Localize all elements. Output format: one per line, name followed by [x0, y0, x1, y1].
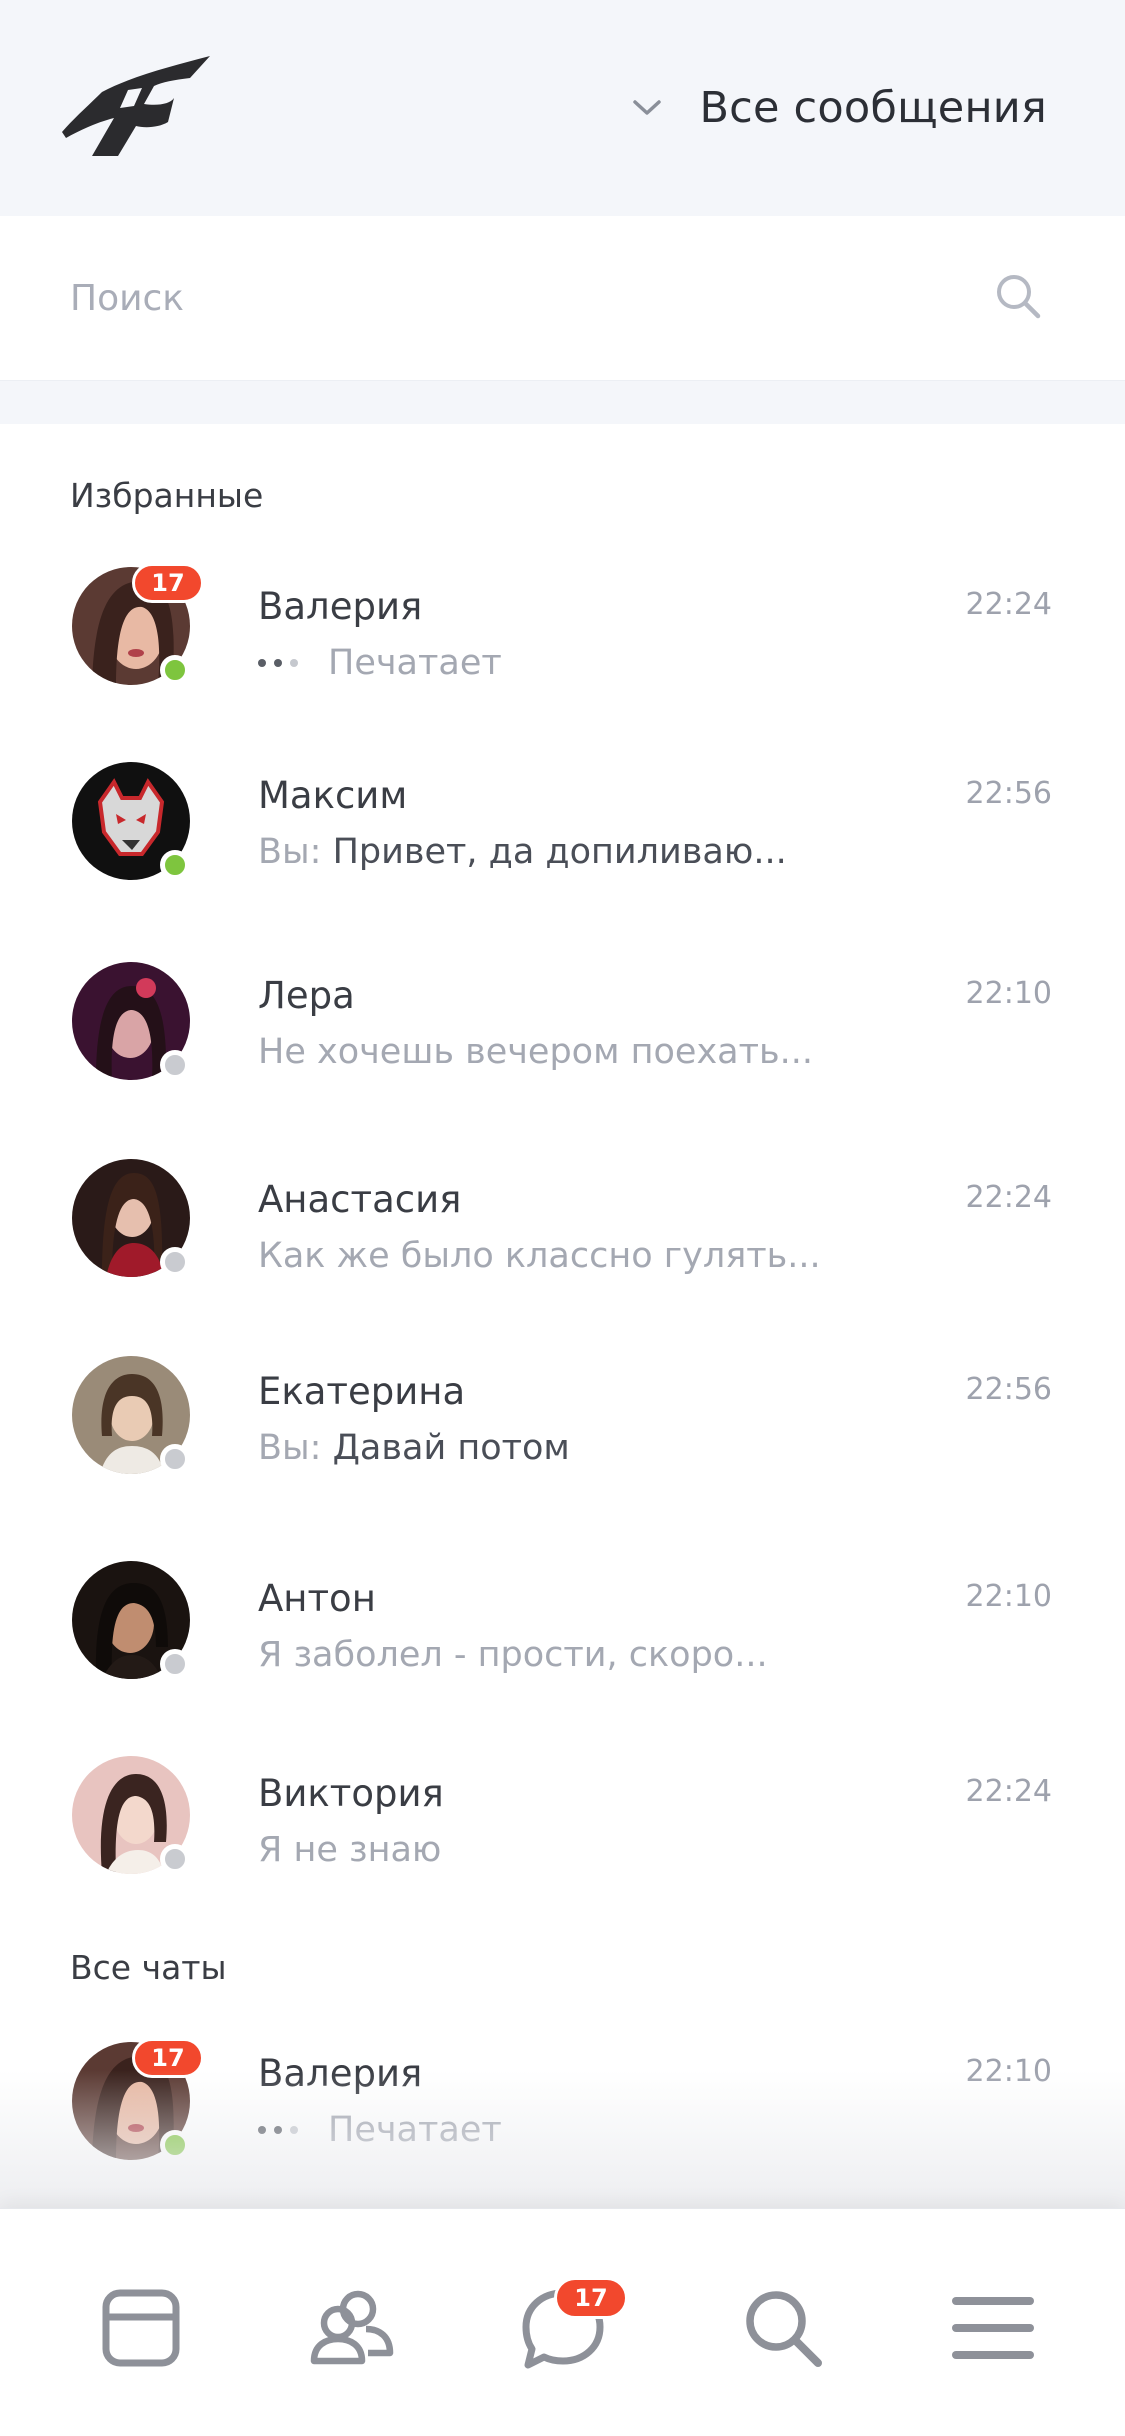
chat-time: 22:10: [965, 1579, 1052, 1614]
chat-time: 22:10: [965, 976, 1052, 1011]
offline-status-indicator: [160, 1444, 190, 1474]
chat-name: Лера: [258, 974, 355, 1017]
offline-status-indicator: [160, 1050, 190, 1080]
typing-indicator: Печатает: [258, 2110, 1058, 2150]
unread-badge: 17: [132, 563, 204, 603]
search-bar: [0, 216, 1125, 380]
chat-name: Антон: [258, 1577, 376, 1620]
feed-icon: [102, 2289, 180, 2367]
chat-row[interactable]: Максим 22:56 Вы: Привет, да допиливаю...: [0, 748, 1125, 918]
preview-text: Давай потом: [332, 1428, 570, 1468]
chat-row[interactable]: Екатерина 22:56 Вы: Давай потом: [0, 1346, 1125, 1516]
chat-row[interactable]: Антон 22:10 Я заболел - прости, скоро...: [0, 1549, 1125, 1719]
chat-preview: Вы: Привет, да допиливаю...: [258, 832, 1058, 872]
offline-status-indicator: [160, 1247, 190, 1277]
chat-name: Валерия: [258, 2052, 423, 2095]
chevron-down-icon: [633, 100, 662, 115]
avatar: [72, 1756, 194, 1878]
typing-dots-icon: [258, 659, 298, 667]
app-logo[interactable]: [62, 52, 212, 156]
chat-row[interactable]: Лера 22:10 Не хочешь вечером поехать...: [0, 948, 1125, 1118]
chat-row[interactable]: Виктория 22:24 Я не знаю: [0, 1744, 1125, 1914]
unread-badge: 17: [132, 2038, 204, 2078]
chat-preview: Вы: Давай потом: [258, 1428, 1058, 1468]
typing-dots-icon: [258, 2126, 298, 2134]
online-status-indicator: [160, 2130, 190, 2160]
online-status-indicator: [160, 850, 190, 880]
typing-indicator: Печатает: [258, 643, 1058, 683]
chat-time: 22:24: [965, 587, 1052, 622]
chat-preview: Не хочешь вечером поехать...: [258, 1032, 814, 1072]
favorites-title: Избранные: [70, 476, 264, 515]
chat-name: Максим: [258, 774, 408, 817]
avatar: 17: [72, 2038, 204, 2164]
online-status-indicator: [160, 655, 190, 685]
chat-time: 22:10: [965, 2054, 1052, 2089]
search-input[interactable]: [70, 266, 970, 330]
avatar: [72, 1356, 194, 1478]
chat-time: 22:56: [965, 1372, 1052, 1407]
tab-messages[interactable]: 17: [518, 2277, 628, 2373]
chat-row[interactable]: 17 Валерия 22:24 Печатает: [0, 555, 1125, 725]
offline-status-indicator: [160, 1844, 190, 1874]
tab-feed[interactable]: [96, 2283, 186, 2373]
offline-status-indicator: [160, 1649, 190, 1679]
chat-time: 22:56: [965, 776, 1052, 811]
avatar: 17: [72, 563, 204, 689]
preview-text: Привет, да допиливаю...: [332, 832, 787, 872]
all-chats-title: Все чаты: [70, 1948, 227, 1987]
you-prefix: Вы:: [258, 1428, 322, 1468]
chat-time: 22:24: [965, 1774, 1052, 1809]
divider: [0, 380, 1125, 424]
avatar: [72, 762, 194, 884]
messages-badge: 17: [554, 2277, 628, 2319]
chat-time: 22:24: [965, 1180, 1052, 1215]
header: Все сообщения: [0, 0, 1125, 216]
avatar: [72, 962, 194, 1084]
search-icon: [746, 2291, 822, 2367]
chat-preview: Как же было классно гулять...: [258, 1236, 821, 1276]
chat-name: Валерия: [258, 585, 423, 628]
chat-preview: Печатает: [328, 643, 502, 683]
avatar: [72, 1561, 194, 1683]
chat-preview: Я не знаю: [258, 1830, 442, 1870]
chat-row[interactable]: Анастасия 22:24 Как же было классно гуля…: [0, 1153, 1125, 1323]
friends-icon: [310, 2290, 394, 2365]
filter-dropdown[interactable]: Все сообщения: [631, 78, 1047, 138]
filter-label: Все сообщения: [699, 83, 1047, 133]
chat-row[interactable]: 17 Валерия 22:10 Печатает: [0, 2028, 1125, 2198]
chat-preview: Печатает: [328, 2110, 502, 2150]
chat-name: Виктория: [258, 1772, 444, 1815]
messages-screen: Все сообщения Избранные 17 Валерия 22:24…: [0, 0, 1125, 2436]
tab-search[interactable]: [738, 2283, 828, 2373]
menu-icon: [952, 2297, 1034, 2359]
tab-menu[interactable]: [948, 2283, 1038, 2373]
chat-name: Анастасия: [258, 1178, 462, 1221]
you-prefix: Вы:: [258, 832, 322, 872]
chat-preview: Я заболел - прости, скоро...: [258, 1635, 768, 1675]
bottom-tab-bar: 17: [0, 2208, 1125, 2436]
search-icon[interactable]: [994, 272, 1042, 320]
avatar: [72, 1159, 194, 1281]
chat-name: Екатерина: [258, 1370, 466, 1413]
tab-friends[interactable]: [306, 2283, 396, 2373]
